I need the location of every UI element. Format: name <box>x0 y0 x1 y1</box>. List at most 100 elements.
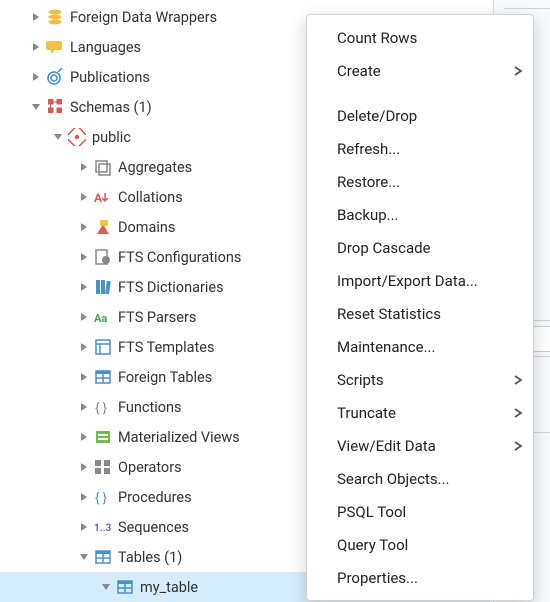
ctx-item-label: Reset Statistics <box>337 305 441 323</box>
ctx-query-tool[interactable]: Query Tool <box>307 528 533 561</box>
foreign-tables-icon <box>94 368 112 386</box>
ctx-item-label: Restore... <box>337 173 400 191</box>
svg-text:{ }: { } <box>95 401 107 416</box>
separator <box>504 8 550 9</box>
ctx-maintenance[interactable]: Maintenance... <box>307 330 533 363</box>
expand-icon[interactable] <box>76 489 92 505</box>
fts-dictionaries-icon <box>94 278 112 296</box>
fts-templates-icon <box>94 338 112 356</box>
context-menu: Count Rows Create Delete/Drop Refresh...… <box>306 14 534 601</box>
ctx-item-label: Maintenance... <box>337 338 435 356</box>
tree-item-label: my_table <box>140 579 198 596</box>
sequences-icon: 1..3 <box>94 518 112 536</box>
ctx-truncate[interactable]: Truncate <box>307 396 533 429</box>
ctx-item-label: Refresh... <box>337 140 400 158</box>
expand-icon[interactable] <box>76 279 92 295</box>
tree-item-label: Foreign Tables <box>118 369 212 386</box>
svg-text:A: A <box>94 191 103 205</box>
expand-icon[interactable] <box>76 429 92 445</box>
ctx-reset-statistics[interactable]: Reset Statistics <box>307 297 533 330</box>
ctx-restore[interactable]: Restore... <box>307 165 533 198</box>
expand-icon[interactable] <box>28 9 44 25</box>
tree-item-label: Schemas (1) <box>70 99 152 116</box>
ctx-item-label: Truncate <box>337 404 396 422</box>
collapse-icon[interactable] <box>98 579 114 595</box>
ctx-item-label: Search Objects... <box>337 470 449 488</box>
ctx-delete-drop[interactable]: Delete/Drop <box>307 99 533 132</box>
procedures-icon: { } <box>94 488 112 506</box>
expand-icon[interactable] <box>76 399 92 415</box>
ctx-item-label: Drop Cascade <box>337 239 431 257</box>
expand-icon[interactable] <box>76 339 92 355</box>
ctx-item-label: Count Rows <box>337 29 417 47</box>
tree-item-label: public <box>92 129 131 146</box>
ctx-item-label: Backup... <box>337 206 399 224</box>
ctx-properties[interactable]: Properties... <box>307 561 533 594</box>
expand-icon[interactable] <box>28 69 44 85</box>
functions-icon: { } <box>94 398 112 416</box>
ctx-backup[interactable]: Backup... <box>307 198 533 231</box>
ctx-count-rows[interactable]: Count Rows <box>307 21 533 54</box>
collapse-icon[interactable] <box>28 99 44 115</box>
aggregates-icon <box>94 158 112 176</box>
ctx-item-label: Properties... <box>337 569 418 587</box>
ctx-import-export[interactable]: Import/Export Data... <box>307 264 533 297</box>
submenu-icon <box>513 408 523 418</box>
materialized-views-icon <box>94 428 112 446</box>
schemas-icon <box>46 98 64 116</box>
ctx-scripts[interactable]: Scripts <box>307 363 533 396</box>
tree-item-label: Tables (1) <box>118 549 182 566</box>
tables-icon <box>94 548 112 566</box>
svg-text:{ }: { } <box>95 491 107 506</box>
tree-item-label: Aggregates <box>118 159 192 176</box>
tree-item-label: Domains <box>118 219 175 236</box>
expand-icon[interactable] <box>76 519 92 535</box>
separator <box>307 87 533 99</box>
table-icon <box>116 578 134 596</box>
tree-item-label: Procedures <box>118 489 192 506</box>
publications-icon <box>46 68 64 86</box>
expand-icon[interactable] <box>76 369 92 385</box>
expand-icon[interactable] <box>76 219 92 235</box>
tree-item-label: FTS Dictionaries <box>118 279 224 296</box>
ctx-drop-cascade[interactable]: Drop Cascade <box>307 231 533 264</box>
ctx-refresh[interactable]: Refresh... <box>307 132 533 165</box>
ctx-item-label: Create <box>337 62 381 80</box>
collapse-icon[interactable] <box>50 129 66 145</box>
ctx-item-label: Scripts <box>337 371 384 389</box>
tree-item-label: FTS Configurations <box>118 249 241 266</box>
collapse-icon[interactable] <box>76 549 92 565</box>
ctx-view-edit-data[interactable]: View/Edit Data <box>307 429 533 462</box>
submenu-icon <box>513 66 523 76</box>
tree-item-label: Functions <box>118 399 181 416</box>
expand-icon[interactable] <box>76 189 92 205</box>
foreign-data-wrappers-icon <box>46 8 64 26</box>
ctx-item-label: View/Edit Data <box>337 437 436 455</box>
expand-icon[interactable] <box>28 39 44 55</box>
ctx-item-label: Delete/Drop <box>337 107 417 125</box>
svg-text:1..3: 1..3 <box>94 523 112 534</box>
tree-item-label: Collations <box>118 189 183 206</box>
tree-item-label: Publications <box>70 69 150 86</box>
expand-icon[interactable] <box>76 159 92 175</box>
submenu-icon <box>513 375 523 385</box>
ctx-search-objects[interactable]: Search Objects... <box>307 462 533 495</box>
domains-icon <box>94 218 112 236</box>
tree-item-label: Operators <box>118 459 182 476</box>
tree-item-label: Sequences <box>118 519 189 536</box>
tree-item-label: FTS Templates <box>118 339 214 356</box>
expand-icon[interactable] <box>76 309 92 325</box>
ctx-item-label: PSQL Tool <box>337 503 406 521</box>
tree-item-label: Foreign Data Wrappers <box>70 9 217 26</box>
fts-parsers-icon: Aa <box>94 308 112 326</box>
ctx-psql-tool[interactable]: PSQL Tool <box>307 495 533 528</box>
collations-icon: A <box>94 188 112 206</box>
submenu-icon <box>513 441 523 451</box>
operators-icon <box>94 458 112 476</box>
languages-icon <box>46 38 64 56</box>
expand-icon[interactable] <box>76 249 92 265</box>
expand-icon[interactable] <box>76 459 92 475</box>
ctx-item-label: Import/Export Data... <box>337 272 478 290</box>
ctx-create[interactable]: Create <box>307 54 533 87</box>
tree-item-label: FTS Parsers <box>118 309 196 326</box>
